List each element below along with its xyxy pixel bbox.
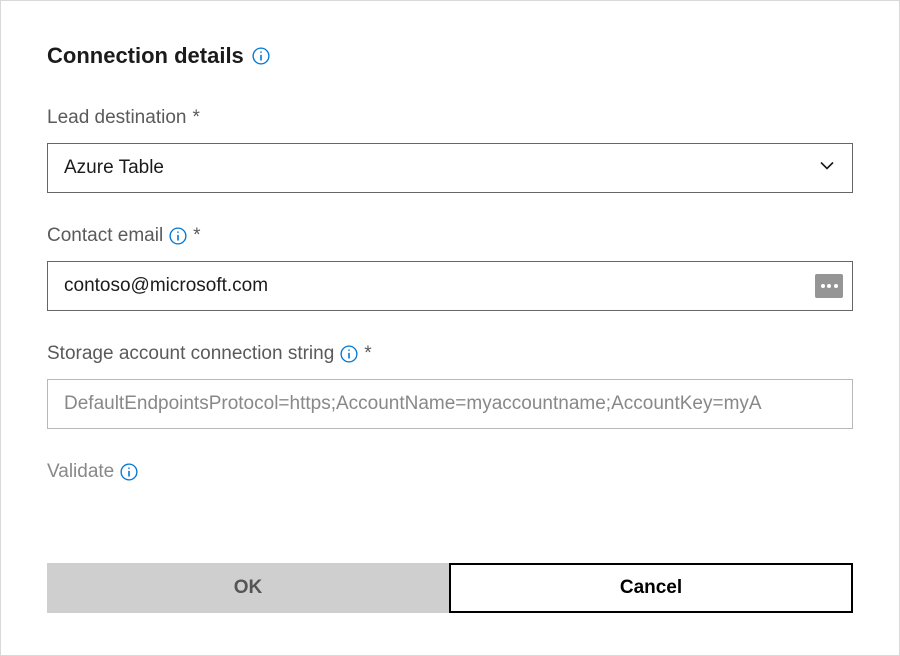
section-title: Connection details: [47, 43, 853, 69]
more-icon[interactable]: [815, 274, 843, 298]
validate-link[interactable]: Validate: [47, 461, 853, 483]
section-title-text: Connection details: [47, 43, 244, 69]
lead-destination-select[interactable]: [47, 143, 853, 193]
lead-destination-label: Lead destination *: [47, 107, 853, 129]
required-indicator: *: [364, 343, 371, 365]
connection-string-label-text: Storage account connection string: [47, 343, 334, 365]
lead-destination-select-wrap: [47, 143, 853, 193]
connection-details-panel: Connection details Lead destination * Co…: [0, 0, 900, 656]
contact-email-input-wrap: [47, 261, 853, 311]
cancel-button[interactable]: Cancel: [449, 563, 853, 613]
contact-email-input[interactable]: [47, 261, 853, 311]
contact-email-label: Contact email *: [47, 225, 853, 247]
contact-email-label-text: Contact email: [47, 225, 163, 247]
connection-string-input[interactable]: DefaultEndpointsProtocol=https;AccountNa…: [47, 379, 853, 429]
connection-string-field: Storage account connection string * Defa…: [47, 343, 853, 429]
validate-link-text: Validate: [47, 461, 114, 483]
required-indicator: *: [192, 107, 199, 129]
lead-destination-label-text: Lead destination: [47, 107, 186, 129]
connection-string-label: Storage account connection string *: [47, 343, 853, 365]
button-row: OK Cancel: [47, 563, 853, 613]
contact-email-field: Contact email *: [47, 225, 853, 311]
info-icon[interactable]: [340, 345, 358, 363]
info-icon[interactable]: [120, 463, 138, 481]
required-indicator: *: [193, 225, 200, 247]
ok-button[interactable]: OK: [47, 563, 449, 613]
info-icon[interactable]: [169, 227, 187, 245]
info-icon[interactable]: [252, 47, 270, 65]
lead-destination-field: Lead destination *: [47, 107, 853, 193]
